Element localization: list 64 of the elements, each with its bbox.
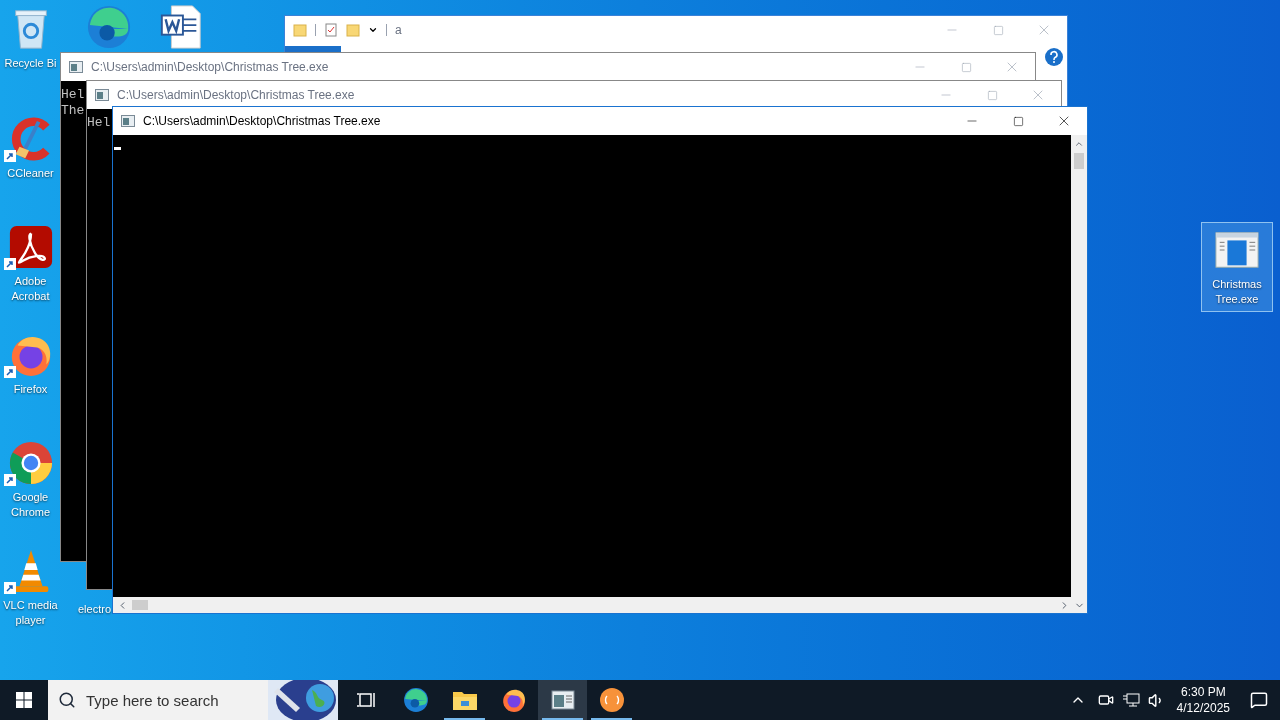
icon-label: Recycle Bi <box>4 56 57 71</box>
network-icon[interactable] <box>1121 692 1140 708</box>
search-icon <box>48 680 86 720</box>
desktop-icon[interactable]: Google Chrome <box>2 436 59 520</box>
horizontal-scrollbar[interactable] <box>113 597 1087 613</box>
desktop-icon[interactable] <box>158 4 204 50</box>
icon-label: VLC media player <box>2 598 59 628</box>
window-title: C:\Users\admin\Desktop\Christmas Tree.exe <box>143 113 381 130</box>
scroll-up-icon[interactable] <box>1074 139 1084 149</box>
folder-icon <box>293 23 307 37</box>
clock[interactable]: 6:30 PM 4/12/2025 <box>1168 684 1238 716</box>
desktop-icon[interactable]: electro <box>78 598 112 617</box>
dropdown-icon[interactable] <box>368 25 378 35</box>
window-title: C:\Users\admin\Desktop\Christmas Tree.exe <box>91 59 329 76</box>
icon-label: Christmas Tree.exe <box>1211 277 1263 307</box>
firefox-icon <box>500 687 527 713</box>
icon-label: Adobe Acrobat <box>10 274 51 304</box>
round-app-icon <box>598 687 625 713</box>
search-field[interactable]: Type here to search <box>86 680 268 720</box>
edge-icon <box>402 687 429 713</box>
desktop-icon[interactable]: CCleaner <box>2 112 59 181</box>
console-icon <box>121 115 135 127</box>
pdf-icon <box>7 224 54 270</box>
console-icon <box>69 61 83 73</box>
window-title: a <box>395 22 402 39</box>
document-icon <box>158 4 204 50</box>
desktop-icon[interactable]: Christmas Tree.exe <box>1201 222 1273 312</box>
icon-label: Firefox <box>13 382 48 397</box>
maximize-icon <box>992 24 1004 36</box>
desktop-icon[interactable]: Recycle Bi <box>2 2 59 71</box>
task-view-icon <box>356 691 377 709</box>
folder-icon <box>346 23 360 37</box>
scrollbar-thumb[interactable] <box>132 600 148 610</box>
running-indicator <box>542 718 583 720</box>
desktop-icon[interactable]: Adobe Acrobat <box>2 220 59 304</box>
running-indicator <box>591 718 632 720</box>
icon-label: electro <box>78 602 112 617</box>
maximize-icon <box>1012 115 1024 127</box>
desktop-icon[interactable]: Firefox <box>2 328 59 397</box>
icon-label: CCleaner <box>7 166 54 181</box>
window-title: C:\Users\admin\Desktop\Christmas Tree.exe <box>117 87 355 104</box>
running-indicator <box>444 718 485 720</box>
edge-icon <box>86 4 132 50</box>
windows-logo-icon <box>16 692 32 708</box>
maximize-icon <box>986 89 998 101</box>
desktop-icon[interactable]: VLC media player <box>2 544 59 628</box>
folder-icon <box>451 689 478 711</box>
maximize-icon <box>960 61 972 73</box>
help-icon[interactable] <box>1045 48 1063 66</box>
console-line: The <box>61 103 85 119</box>
scrollbar-thumb[interactable] <box>1074 153 1084 169</box>
console-line: Hel <box>61 87 85 103</box>
console-icon <box>550 690 575 710</box>
taskbar-button[interactable] <box>538 680 587 720</box>
vertical-scrollbar[interactable] <box>1071 135 1087 597</box>
notifications-icon[interactable] <box>1250 691 1268 709</box>
desktop-icon[interactable] <box>86 4 132 50</box>
search-highlight-drawing <box>268 680 338 720</box>
console-icon <box>95 89 109 101</box>
icon-label: Google Chrome <box>9 490 52 520</box>
checklist-icon <box>324 23 338 37</box>
console-line: Hel <box>87 115 111 131</box>
camera-icon[interactable] <box>1097 692 1114 708</box>
chrome-icon <box>7 440 54 486</box>
